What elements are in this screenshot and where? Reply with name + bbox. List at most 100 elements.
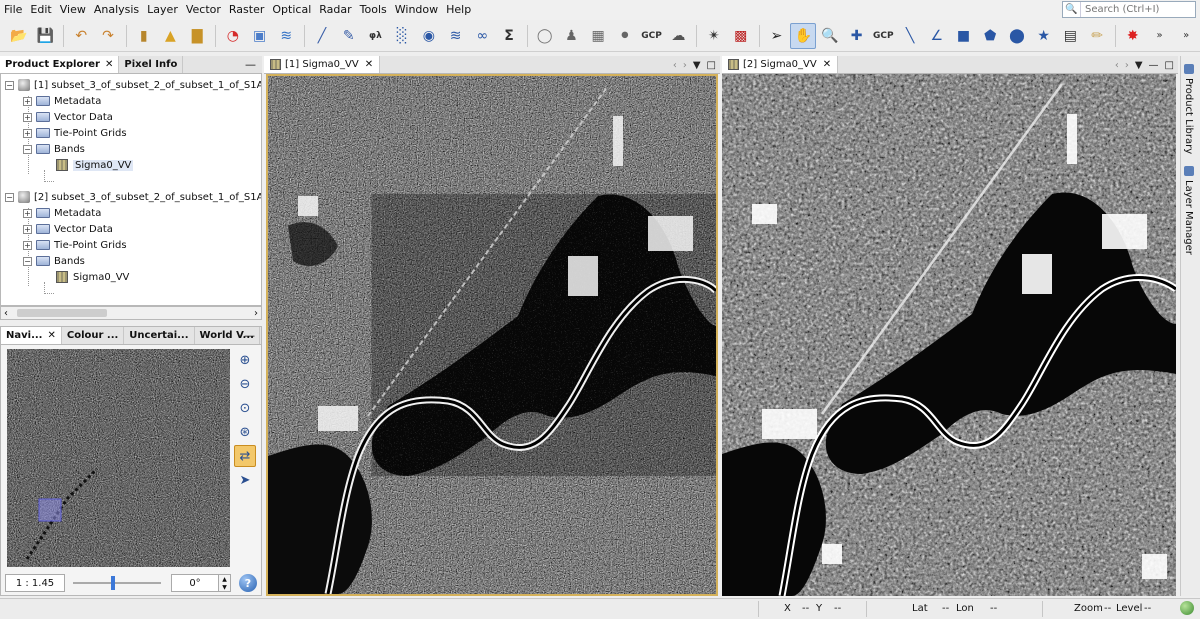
- tree-bands-2[interactable]: − Bands: [23, 253, 85, 269]
- range-finder-icon[interactable]: ▤: [1058, 23, 1084, 49]
- scroll-right-icon[interactable]: ›: [254, 308, 258, 319]
- plugin-icon[interactable]: ✸: [1120, 23, 1146, 49]
- minimize-icon[interactable]: —: [245, 58, 256, 71]
- redo-icon[interactable]: ↷: [95, 23, 121, 49]
- tab-layer-manager[interactable]: Layer Manager: [1183, 166, 1194, 255]
- tree-product-2[interactable]: − [2] subset_3_of_subset_2_of_subset_1_o…: [5, 189, 261, 205]
- cloud-icon[interactable]: ☁: [665, 23, 691, 49]
- tree-product-1[interactable]: − [1] subset_3_of_subset_2_of_subset_1_o…: [5, 77, 261, 93]
- sync-cursor-icon[interactable]: ✴: [701, 23, 727, 49]
- gcp-manager-icon[interactable]: GCP: [639, 23, 665, 49]
- tab-uncertainty[interactable]: Uncertai...: [124, 327, 195, 344]
- zoom-all-icon[interactable]: ⊛: [234, 421, 256, 443]
- tree-band-sigma0-vv-1[interactable]: Sigma0_VV: [56, 157, 134, 173]
- spectrum-icon[interactable]: ≋: [443, 23, 469, 49]
- zoom-tool-icon[interactable]: 🔍: [817, 23, 843, 49]
- save-product-icon[interactable]: 💾: [33, 23, 59, 49]
- histogram-icon[interactable]: ░: [389, 23, 415, 49]
- tab-product-library[interactable]: Product Library: [1183, 64, 1194, 154]
- scale-field[interactable]: 1 : 1.45: [5, 574, 65, 592]
- statistics-icon[interactable]: Σ: [496, 23, 522, 49]
- tab-view1[interactable]: [1] Sigma0_VV ✕: [264, 56, 381, 73]
- tab-scroll-right-icon[interactable]: ›: [683, 60, 687, 71]
- tree-tie-point-grids-1[interactable]: + Tie-Point Grids: [23, 125, 127, 141]
- select-tool-icon[interactable]: ➢: [764, 23, 790, 49]
- tab-view2[interactable]: [2] Sigma0_VV ✕: [722, 56, 839, 73]
- tree-horizontal-scrollbar[interactable]: ‹ ›: [0, 306, 262, 320]
- band-merge-icon[interactable]: ▇: [184, 23, 210, 49]
- open-product-icon[interactable]: 📂: [6, 23, 32, 49]
- scrollbar-thumb[interactable]: [17, 309, 107, 317]
- close-icon[interactable]: ✕: [105, 59, 113, 70]
- search-icon[interactable]: 🔍: [1063, 2, 1081, 17]
- tab-list-icon[interactable]: ▼: [1135, 60, 1143, 71]
- menu-window[interactable]: Window: [391, 0, 442, 20]
- band-maths-icon[interactable]: ▮: [131, 23, 157, 49]
- tree-vector-data-1[interactable]: + Vector Data: [23, 109, 113, 125]
- image-view-1[interactable]: [266, 74, 718, 596]
- mask-manager-icon[interactable]: ♟: [559, 23, 585, 49]
- close-icon[interactable]: ✕: [823, 59, 831, 70]
- gcp-placing-icon[interactable]: GCP: [870, 23, 896, 49]
- maximize-icon[interactable]: □: [707, 60, 716, 71]
- collapse-icon[interactable]: −: [5, 80, 14, 90]
- minimize-icon[interactable]: —: [244, 329, 255, 342]
- sync-cursor-toggle-icon[interactable]: ➤: [234, 469, 256, 491]
- overflow-chevron-icon-2[interactable]: »: [1173, 23, 1199, 49]
- zoom-slider-knob[interactable]: [111, 576, 115, 590]
- expand-icon[interactable]: +: [23, 128, 32, 138]
- tab-product-explorer[interactable]: Product Explorer ✕: [0, 56, 120, 73]
- rotation-angle-field[interactable]: 0°: [171, 574, 219, 592]
- tab-list-icon[interactable]: ▼: [693, 60, 701, 71]
- search-input[interactable]: [1081, 4, 1191, 15]
- tab-scroll-left-icon[interactable]: ‹: [673, 60, 677, 71]
- brush-icon[interactable]: ✏: [1084, 23, 1110, 49]
- tree-band-sigma0-vv-2[interactable]: Sigma0_VV: [56, 269, 129, 285]
- tree-metadata-2[interactable]: + Metadata: [23, 205, 101, 221]
- rectangle-tool-icon[interactable]: ■: [951, 23, 977, 49]
- rgb-image-icon[interactable]: ◔: [220, 23, 246, 49]
- pin-placing-icon[interactable]: ✚: [844, 23, 870, 49]
- menu-radar[interactable]: Radar: [315, 0, 355, 20]
- geocoding-icon[interactable]: φλ: [363, 23, 389, 49]
- wave-icon[interactable]: ≋: [273, 23, 299, 49]
- menu-optical[interactable]: Optical: [268, 0, 315, 20]
- tree-metadata-1[interactable]: + Metadata: [23, 93, 101, 109]
- graticule-icon[interactable]: ▦: [585, 23, 611, 49]
- magic-wand-icon[interactable]: ★: [1031, 23, 1057, 49]
- ellipse-tool-icon[interactable]: ⬤: [1004, 23, 1030, 49]
- polygon-tool-icon[interactable]: ⬟: [977, 23, 1003, 49]
- menu-raster[interactable]: Raster: [225, 0, 268, 20]
- expand-icon[interactable]: +: [23, 240, 32, 250]
- close-icon[interactable]: ✕: [47, 330, 55, 341]
- menu-view[interactable]: View: [56, 0, 90, 20]
- menu-tools[interactable]: Tools: [356, 0, 391, 20]
- pin-icon[interactable]: ⚫: [612, 23, 638, 49]
- sync-views-icon[interactable]: ▩: [728, 23, 754, 49]
- expand-icon[interactable]: +: [23, 96, 32, 106]
- zoom-pixel-icon[interactable]: ⊙: [234, 397, 256, 419]
- spinner-down-icon[interactable]: ▼: [219, 583, 230, 591]
- zoom-in-icon[interactable]: ⊕: [234, 349, 256, 371]
- scroll-left-icon[interactable]: ‹: [4, 308, 8, 319]
- tree-vector-data-2[interactable]: + Vector Data: [23, 221, 113, 237]
- collapse-icon[interactable]: −: [23, 256, 32, 266]
- tab-colour-manipulation[interactable]: Colour ...: [62, 327, 125, 344]
- maximize-icon[interactable]: □: [1165, 60, 1174, 71]
- spinner-up-icon[interactable]: ▲: [219, 575, 230, 583]
- tab-scroll-left-icon[interactable]: ‹: [1115, 60, 1119, 71]
- edit-icon[interactable]: ✎: [336, 23, 362, 49]
- tree-tie-point-grids-2[interactable]: + Tie-Point Grids: [23, 237, 127, 253]
- menu-edit[interactable]: Edit: [26, 0, 55, 20]
- menu-vector[interactable]: Vector: [182, 0, 225, 20]
- zoom-out-icon[interactable]: ⊖: [234, 373, 256, 395]
- expand-icon[interactable]: +: [23, 224, 32, 234]
- pan-tool-icon[interactable]: ✋: [790, 22, 817, 49]
- polyline-tool-icon[interactable]: ∠: [924, 23, 950, 49]
- tab-scroll-right-icon[interactable]: ›: [1125, 60, 1129, 71]
- menu-layer[interactable]: Layer: [143, 0, 182, 20]
- close-icon[interactable]: ✕: [365, 59, 373, 70]
- minimize-icon[interactable]: —: [1149, 60, 1159, 71]
- globe-icon[interactable]: [1180, 601, 1194, 615]
- menu-analysis[interactable]: Analysis: [90, 0, 143, 20]
